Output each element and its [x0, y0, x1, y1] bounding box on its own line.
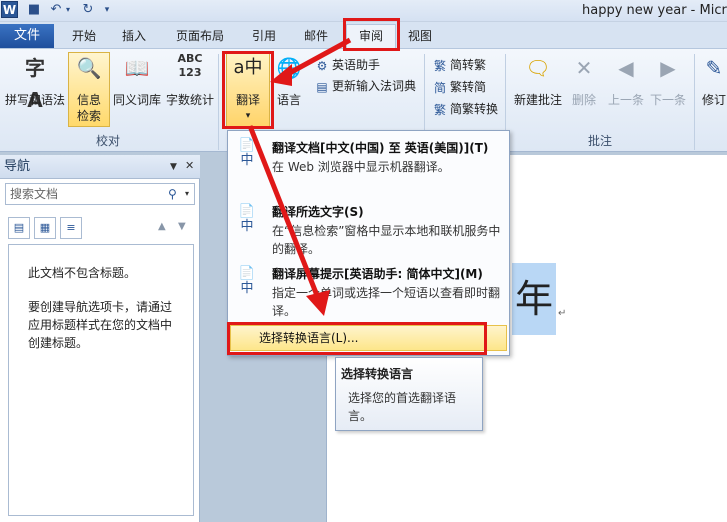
track-changes-icon: ✎ [705, 56, 723, 80]
word-app-icon[interactable]: W [1, 1, 18, 18]
nav-options-dropdown-icon[interactable]: ▼ [170, 160, 182, 174]
translate-selection-item[interactable]: 翻译所选文字(S) [272, 204, 364, 220]
group-separator [694, 54, 695, 150]
annotation-box-choose-language [227, 322, 487, 355]
nav-close-icon[interactable]: ✕ [185, 159, 197, 173]
assistant-icon: ⚙ [316, 58, 328, 73]
undo-dropdown-icon[interactable]: ▾ [64, 2, 72, 18]
comments-group-label: 批注 [587, 134, 612, 148]
tab-mailings[interactable]: 邮件 [298, 24, 334, 48]
traditional-icon: 繁 [433, 58, 446, 73]
spelling-grammar-button[interactable]: 字A 拼写和语法 [2, 52, 68, 112]
nav-tab-results[interactable]: ≡ [60, 217, 82, 239]
next-heading-icon[interactable]: ▼ [178, 219, 190, 235]
tab-view[interactable]: 视图 [402, 24, 438, 48]
tooltip-description: 选择您的首选翻译语言。 [348, 391, 457, 423]
document-title: happy new year - Micros [582, 3, 727, 18]
mini-translator-desc: 指定一个单词或选择一个短语以查看即时翻译。 [272, 286, 501, 318]
thesaurus-button[interactable]: 📖 同义词库 [110, 52, 164, 108]
book-icon: 📖 [124, 56, 150, 80]
translate-document-item[interactable]: 翻译文档[中文(中国) 至 英语(美国)](T) [272, 140, 488, 156]
previous-comment-button[interactable]: ◀ 上一条 [606, 52, 646, 108]
globe-icon: 🌐 [276, 56, 302, 80]
tab-home[interactable]: 开始 [66, 24, 102, 48]
search-icon[interactable]: ⚲ [168, 186, 182, 202]
customize-qat-icon[interactable]: ▾ [102, 2, 112, 18]
nav-tab-headings[interactable]: ▤ [8, 217, 30, 239]
nav-search-input[interactable]: 搜索文档 [5, 183, 195, 205]
no-headings-message: 此文档不包含标题。 [28, 266, 137, 280]
tab-references[interactable]: 引用 [246, 24, 282, 48]
nav-content-area [8, 244, 194, 516]
tooltip-title: 选择转换语言 [341, 367, 414, 381]
translate-document-icon: 📄 中 [238, 138, 256, 168]
headings-icon: ▤ [13, 221, 25, 234]
results-icon: ≡ [66, 221, 76, 234]
translate-document-desc: 在 Web 浏览器中显示机器翻译。 [272, 160, 450, 174]
mini-translator-item[interactable]: 翻译屏幕提示[英语助手: 简体中文](M) [272, 266, 483, 282]
search-dropdown-icon[interactable]: ▾ [185, 186, 193, 202]
paragraph-mark-icon: ↵ [558, 308, 567, 319]
research-button[interactable]: 🔍 信息 检索 [68, 52, 110, 124]
undo-icon[interactable]: ↶ [48, 2, 64, 18]
redo-icon[interactable]: ↻ [80, 2, 96, 18]
delete-comment-icon: ✕ [575, 56, 593, 80]
annotation-box-translate-button [222, 51, 274, 129]
previous-comment-icon: ◀ [618, 56, 634, 80]
abc-123-icon: ABC 123 [177, 52, 203, 79]
english-assistant-button[interactable]: ⚙ 英语助手 [314, 55, 380, 75]
nav-tab-pages[interactable]: ▦ [34, 217, 56, 239]
to-simplified-button[interactable]: 简繁转简 [432, 77, 486, 97]
next-comment-icon: ▶ [660, 56, 676, 80]
language-button[interactable]: 🌐 语言 [272, 52, 306, 108]
next-comment-button[interactable]: ▶ 下一条 [648, 52, 688, 108]
mini-translator-icon: 📄 中 [238, 266, 256, 296]
delete-comment-button[interactable]: ✕ 删除 [566, 52, 602, 108]
track-changes-button[interactable]: ✎ 修订 [698, 52, 727, 108]
tab-page-layout[interactable]: 页面布局 [172, 24, 228, 48]
baidu-watermark-url: jingyan.baidu.com [558, 494, 669, 508]
word-count-button[interactable]: ABC 123 字数统计 [164, 52, 216, 108]
research-icon: 🔍 [76, 56, 102, 80]
annotation-box-review-tab [343, 18, 400, 51]
chinese-conversion-button[interactable]: 繁简繁转换 [432, 99, 498, 119]
translate-selection-desc: 在“信息检索”窗格中显示本地和联机服务中的翻译。 [272, 224, 501, 256]
proofing-group-label: 校对 [95, 134, 120, 148]
conversion-icon: 繁 [433, 102, 446, 117]
spelling-icon: 字A [25, 56, 45, 112]
dictionary-icon: ▤ [316, 79, 328, 94]
new-comment-button[interactable]: 🗨 新建批注 [510, 52, 566, 108]
group-separator [218, 54, 219, 150]
simplified-icon: 简 [433, 80, 446, 95]
save-icon[interactable]: ■ [26, 2, 42, 18]
new-comment-icon: 🗨 [525, 56, 551, 80]
to-traditional-button[interactable]: 繁简转繁 [432, 55, 486, 75]
tab-insert[interactable]: 插入 [116, 24, 152, 48]
update-ime-dictionary-button[interactable]: ▤ 更新输入法词典 [314, 76, 416, 96]
create-headings-hint: 要创建导航选项卡，请通过应用标题样式在您的文档中创建标题。 [28, 300, 173, 350]
tab-file[interactable]: 文件 [0, 24, 54, 48]
previous-heading-icon[interactable]: ▲ [158, 219, 170, 235]
translate-selection-icon: 📄 中 [238, 204, 256, 234]
pages-grid-icon: ▦ [39, 221, 51, 234]
selected-document-text[interactable]: 年 [512, 263, 556, 335]
